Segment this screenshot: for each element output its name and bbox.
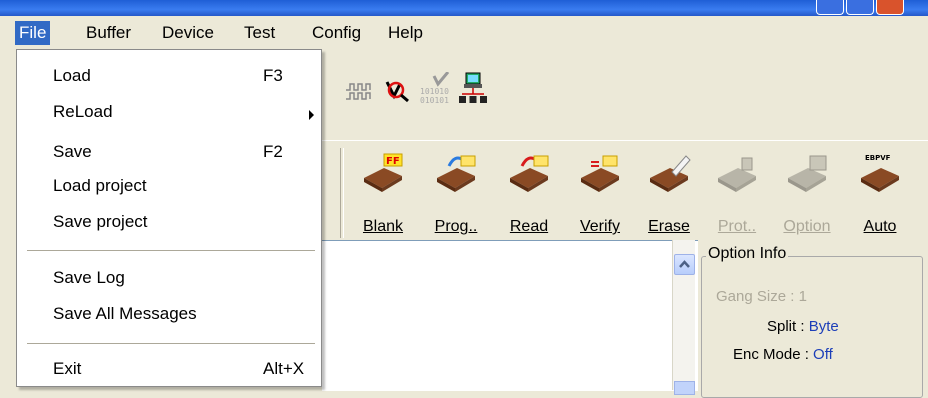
- menu-config[interactable]: Config: [308, 21, 365, 45]
- gang-size-row: Gang Size : 1: [716, 288, 807, 305]
- read-chip-icon: [510, 155, 549, 192]
- enc-mode-value: Off: [813, 346, 833, 363]
- enc-mode-row: Enc Mode : Off: [733, 346, 833, 363]
- scroll-down-button[interactable]: [674, 381, 695, 395]
- menu-buffer[interactable]: Buffer: [82, 21, 135, 45]
- svg-text:FF: FF: [386, 156, 400, 167]
- gang-size-value: 1: [798, 288, 807, 305]
- window-titlebar: [0, 0, 928, 16]
- message-log[interactable]: [322, 240, 698, 391]
- enc-mode-label: Enc Mode :: [733, 346, 809, 363]
- program-label: Prog..: [434, 218, 478, 235]
- verify-chip-icon: [581, 155, 619, 192]
- chevron-up-icon: [679, 260, 690, 268]
- split-label: Split :: [767, 318, 805, 335]
- menu-separator: [27, 250, 315, 252]
- read-button[interactable]: Read: [500, 150, 558, 240]
- scroll-up-button[interactable]: [674, 254, 695, 275]
- svg-text:010101: 010101: [420, 96, 449, 105]
- file-menu-save[interactable]: Save F2: [17, 138, 321, 168]
- protect-label: Prot..: [717, 218, 757, 235]
- toolbar-separator: [340, 148, 344, 238]
- close-button[interactable]: [876, 0, 904, 15]
- protect-chip-icon: [718, 157, 756, 192]
- blank-button[interactable]: FF Blank: [354, 150, 412, 240]
- small-toolbar: [322, 62, 928, 122]
- split-value: Byte: [808, 318, 839, 335]
- auto-label: Auto: [863, 218, 897, 235]
- file-menu-dropdown: Load F3 ReLoad Save F2 Load project Save…: [16, 49, 322, 387]
- log-scrollbar[interactable]: [672, 240, 695, 395]
- erase-chip-icon: [650, 155, 691, 192]
- split-row: Split : Byte: [767, 318, 839, 335]
- binary-check-icon[interactable]: 101010 010101: [418, 71, 458, 111]
- file-menu-save-project[interactable]: Save project: [17, 208, 321, 238]
- option-button[interactable]: Option: [778, 150, 836, 240]
- file-menu-load[interactable]: Load F3: [17, 62, 321, 92]
- menu-device[interactable]: Device: [158, 21, 218, 45]
- erase-label: Erase: [648, 218, 690, 235]
- verify-label: Verify: [579, 218, 620, 235]
- svg-text:EBPVF: EBPVF: [865, 154, 891, 162]
- menu-separator: [27, 343, 315, 345]
- blank-chip-icon: FF: [364, 153, 403, 192]
- minimize-button[interactable]: [816, 0, 844, 15]
- option-info-title: Option Info: [706, 245, 789, 263]
- blank-label: Blank: [362, 218, 404, 235]
- submenu-arrow-icon: [309, 110, 314, 120]
- auto-button[interactable]: EBPVF Auto: [849, 150, 911, 240]
- menu-test[interactable]: Test: [240, 21, 279, 45]
- gang-size-label: Gang Size :: [716, 288, 795, 305]
- program-chip-icon: [437, 155, 476, 192]
- file-menu-save-log[interactable]: Save Log: [17, 264, 321, 294]
- protect-button[interactable]: Prot..: [708, 150, 766, 240]
- maximize-button[interactable]: [846, 0, 874, 15]
- svg-text:101010: 101010: [420, 87, 449, 96]
- network-programmer-icon[interactable]: [458, 72, 488, 111]
- program-button[interactable]: Prog..: [427, 150, 485, 240]
- inspect-chip-icon[interactable]: [382, 74, 412, 109]
- file-menu-exit[interactable]: Exit Alt+X: [17, 355, 321, 385]
- option-chip-icon: [788, 155, 827, 192]
- file-menu-reload[interactable]: ReLoad: [17, 98, 321, 128]
- verify-button[interactable]: Verify: [571, 150, 629, 240]
- waveform-icon[interactable]: [344, 80, 374, 107]
- file-menu-save-all-messages[interactable]: Save All Messages: [17, 300, 321, 330]
- read-label: Read: [509, 218, 549, 235]
- auto-chip-icon: EBPVF: [861, 154, 899, 192]
- menubar: File Buffer Device Test Config Help: [0, 16, 928, 49]
- option-label: Option: [783, 218, 831, 235]
- file-menu-load-project[interactable]: Load project: [17, 172, 321, 202]
- erase-button[interactable]: Erase: [640, 150, 698, 240]
- menu-file[interactable]: File: [15, 21, 51, 45]
- menu-help[interactable]: Help: [384, 21, 427, 45]
